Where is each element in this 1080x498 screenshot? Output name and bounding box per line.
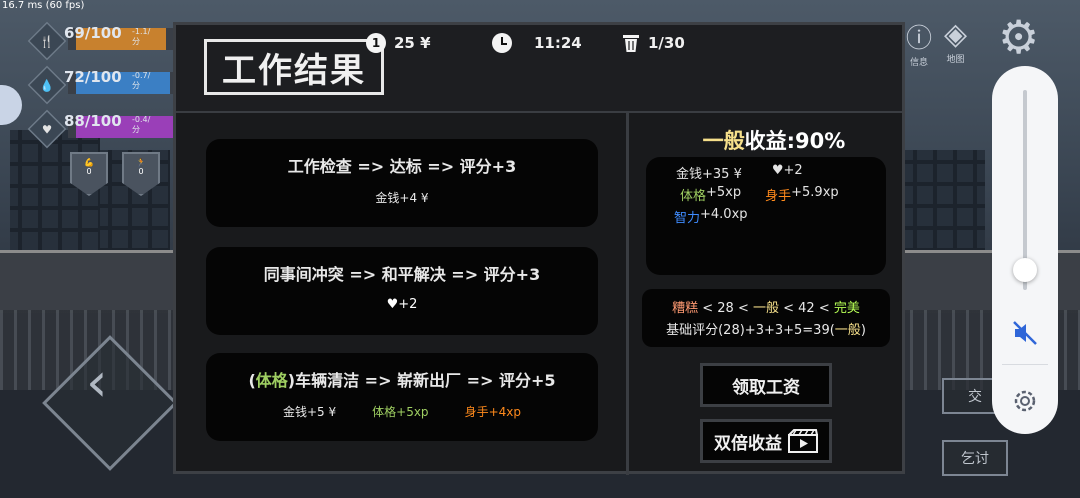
income-grade: 一般 [702,129,745,153]
event-description: 同事间冲突 => 和平解决 => 评分+3 [206,261,598,285]
event-card: 同事间冲突 => 和平解决 => 评分+3 ♥+2 [206,247,598,335]
money-display: 1 25 ¥ [366,33,431,53]
chevron-left-icon: ‹ [85,350,108,414]
dialog-title: 工作结果 [204,39,384,95]
money-value: 25 ¥ [394,34,431,52]
text-fragment: 一般 [834,323,861,338]
text-fragment: 体格 [680,189,707,204]
event-description: 工作检查 => 达标 => 评分+3 [206,153,598,177]
double-income-label: 双倍收益 [714,433,782,454]
text-fragment: +4.0xp [700,207,748,222]
rating-summary: 糟糕 < 28 < 一般 < 42 < 完美 基础评分(28)+3+3+5=39… [642,289,890,347]
event-card: (体格)车辆清洁 => 崭新出厂 => 评分+5 金钱+5 ¥ 体格+5xp 身手+… [206,353,598,441]
time-display: 11:24 [492,33,582,53]
work-result-dialog: 工作结果 1 25 ¥ 11:24 1/30 工作检查 => 达标 => 评分+… [173,22,905,475]
gear-icon[interactable] [1010,386,1040,416]
stat-value: 72/100 [64,68,122,86]
map-button[interactable]: ◈ 地图 [944,17,968,66]
text-fragment: 身手 [765,189,792,204]
income-line: 体格 +5xp 身手 +5.9xp [680,185,839,204]
text-fragment: 基础评分(28)+3+3+5=39( [666,323,835,338]
text-fragment: 金钱+5 ¥ [283,405,337,419]
divider [1002,364,1048,365]
building [905,150,985,260]
divider [626,113,629,475]
event-reward: 金钱+4 ¥ [206,189,598,206]
rating-calculation: 基础评分(28)+3+3+5=39(一般) [642,319,890,338]
text-fragment: +5xp [706,185,742,200]
double-income-button[interactable]: 双倍收益 [700,419,832,463]
text-fragment: ( [248,371,256,390]
muted-speaker-icon[interactable] [1010,318,1040,348]
text-fragment: )车辆清洁 => 崭新出厂 => 评分+5 [287,371,556,390]
text-fragment: < 28 < [698,301,753,316]
event-card: 工作检查 => 达标 => 评分+3 金钱+4 ¥ [206,139,598,227]
stat-value: 88/100 [64,112,122,130]
text-fragment: 一般 [752,301,779,316]
collect-wage-label: 领取工资 [732,377,800,398]
text-fragment: < 42 < [779,301,834,316]
gear-icon: ⚙ [998,10,1040,64]
settings-button[interactable]: ⚙ [998,10,1039,64]
income-percent: 收益:90% [744,129,846,153]
stat-delta: -0.4/分 [132,115,151,134]
stat-delta: -1.1/分 [132,27,151,46]
text-fragment: ) [860,323,866,338]
trash-can-icon [623,35,639,52]
text-fragment: 体格+5xp [372,405,429,419]
text-fragment: 身手+4xp [464,405,521,419]
text-fragment: ♥+2 [771,163,803,178]
income-summary: 金钱+35 ¥ ♥+2 体格 +5xp 身手 +5.9xp 智力 +4.0xp [646,157,886,275]
text-fragment: 智力 [674,211,701,226]
trash-value: 1/30 [648,34,685,52]
building [10,130,100,260]
trash-display: 1/30 [622,33,685,53]
volume-panel [992,66,1058,434]
time-value: 11:24 [534,34,582,52]
event-reward: ♥+2 [206,297,598,312]
text-fragment: 完美 [833,301,860,316]
text-fragment: 金钱+4 ¥ [375,191,429,205]
clock-icon [492,33,512,53]
dialog-header: 工作结果 1 25 ¥ 11:24 1/30 [176,25,902,113]
text-fragment: ♥+2 [386,297,418,312]
info-button[interactable]: ⓘ 信息 [906,18,932,68]
event-reward: 金钱+5 ¥ 体格+5xp 身手+4xp [206,403,598,420]
map-icon: ◈ [944,17,968,52]
rating-thresholds: 糟糕 < 28 < 一般 < 42 < 完美 [642,297,890,316]
volume-slider-thumb[interactable] [1013,258,1037,282]
income-line: 金钱+35 ¥ ♥+2 [676,163,803,182]
stat-value: 69/100 [64,24,122,42]
income-line: 智力 +4.0xp [674,207,748,226]
stat-delta: -0.7/分 [132,71,151,90]
text-fragment: 糟糕 [672,301,699,316]
video-ad-icon [788,429,818,453]
income-title: 一般收益:90% [646,125,902,155]
beg-button[interactable]: 乞讨 [942,440,1008,476]
coin-icon: 1 [366,33,386,53]
text-fragment: 金钱+35 ¥ [676,167,742,182]
event-description: (体格)车辆清洁 => 崭新出厂 => 评分+5 [206,367,598,391]
collect-wage-button[interactable]: 领取工资 [700,363,832,407]
text-fragment: 工作检查 => 达标 => 评分+3 [287,157,517,176]
text-fragment: 同事间冲突 => 和平解决 => 评分+3 [263,265,541,284]
text-fragment: +5.9xp [791,185,839,200]
text-fragment: 体格 [255,371,288,390]
fps-counter: 16.7 ms (60 fps) [2,0,85,11]
